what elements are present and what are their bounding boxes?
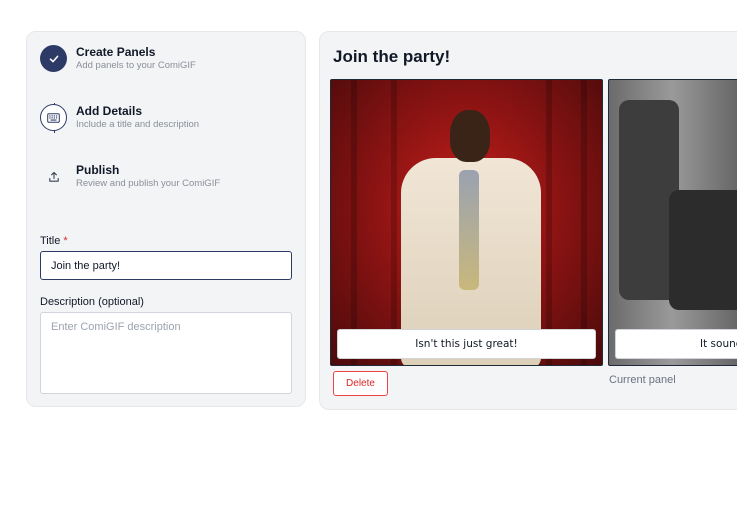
step-status-circle [40,104,67,131]
step-status-circle [40,163,67,190]
description-label: Description (optional) [40,296,144,308]
title-label: Title * [40,235,68,247]
step-publish[interactable]: Publish Review and publish your ComiGIF [40,163,290,203]
step-description: Add panels to your ComiGIF [76,60,196,71]
upload-icon [48,171,59,182]
title-label-text: Title [40,235,61,247]
comic-panel[interactable]: It sounds [608,79,737,366]
step-description: Review and publish your ComiGIF [76,178,221,189]
description-textarea[interactable] [40,312,292,394]
step-title: Add Details [76,104,143,118]
step-title: Create Panels [76,45,156,59]
current-panel-label: Current panel [609,374,676,386]
step-add-details[interactable]: Add Details Include a title and descript… [40,104,290,144]
step-title: Publish [76,163,120,177]
title-input[interactable] [40,251,292,280]
curtain-fold [391,80,397,365]
curtain-fold [351,80,357,365]
delete-panel-button[interactable]: Delete [333,371,388,396]
keyboard-icon [47,112,60,123]
step-create-panels[interactable]: Create Panels Add panels to your ComiGIF [40,45,290,85]
comic-panel[interactable]: Isn't this just great! [330,79,603,366]
required-marker: * [63,235,68,247]
curtain-fold [581,80,587,365]
step-status-circle [40,45,67,72]
gif-shape [669,190,737,310]
gif-figure-head [450,110,490,162]
panel-caption: It sounds [615,329,737,359]
gif-figure-tie [459,170,479,290]
details-sidebar: Create Panels Add panels to your ComiGIF… [26,31,306,407]
curtain-fold [546,80,552,365]
preview-panel: Join the party! Isn't this just great! I… [319,31,737,410]
preview-heading: Join the party! [333,47,451,66]
step-description: Include a title and description [76,119,200,130]
panel-caption: Isn't this just great! [337,329,596,359]
check-icon [49,55,58,62]
